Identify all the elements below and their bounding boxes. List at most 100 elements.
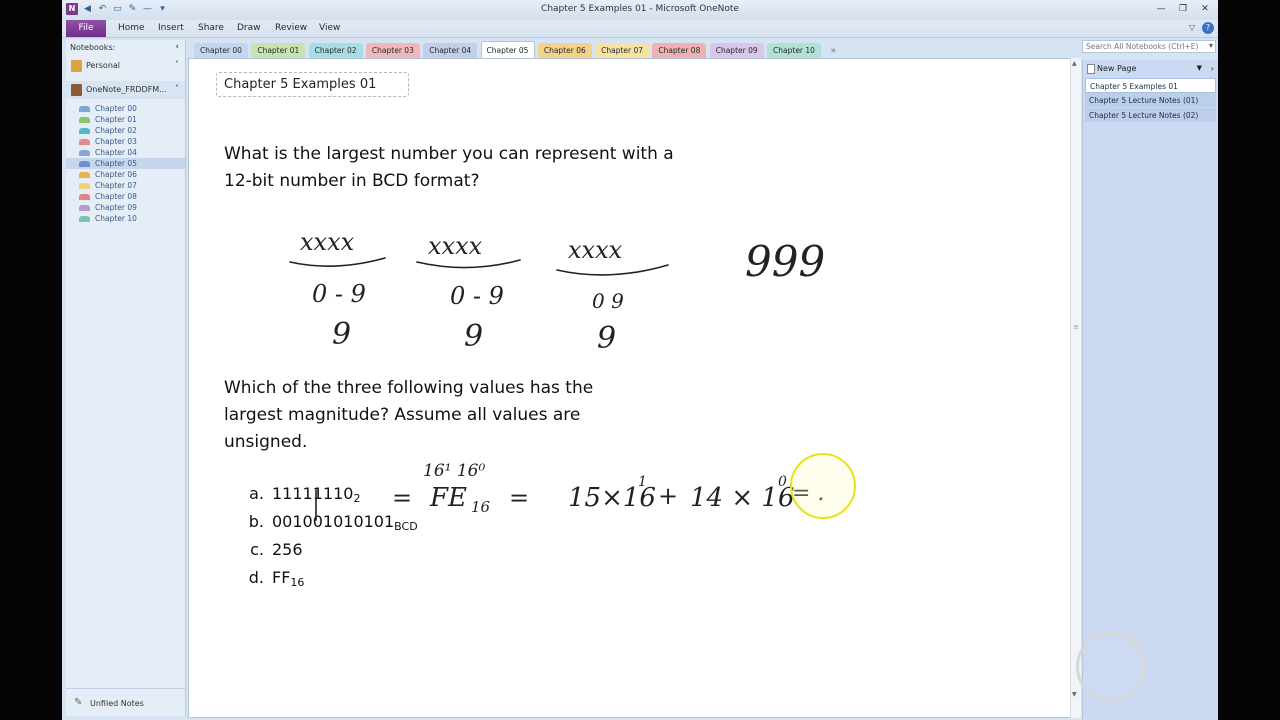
page-title[interactable]: Chapter 5 Examples 01 — [216, 72, 409, 97]
search-dropdown-icon[interactable]: ▾ — [1209, 41, 1213, 51]
page-item[interactable]: Chapter 5 Examples 01 — [1085, 78, 1216, 93]
sidebar-item-chapter-04[interactable]: Chapter 04 — [66, 147, 185, 158]
section-tab-icon — [79, 216, 90, 222]
tab-chapter-03[interactable]: Chapter 03 — [365, 43, 420, 58]
tab-chapter-04[interactable]: Chapter 04 — [423, 43, 478, 58]
tab-chapter-01[interactable]: Chapter 01 — [251, 43, 306, 58]
section-tab-icon — [79, 150, 90, 156]
section-label: Chapter 04 — [95, 148, 137, 157]
search-input[interactable]: Search All Notebooks (Ctrl+E) ▾ — [1082, 40, 1216, 53]
notebook-icon — [71, 84, 82, 96]
answer-value: 256 — [272, 540, 303, 559]
notebook-personal[interactable]: Personal ˄ — [66, 57, 185, 75]
section-label: Chapter 10 — [95, 214, 137, 223]
answer-letter: a. — [249, 484, 264, 503]
section-tab-icon — [79, 205, 90, 211]
sidebar-item-chapter-09[interactable]: Chapter 09 — [66, 202, 185, 213]
sidebar-item-chapter-00[interactable]: Chapter 00 — [66, 103, 185, 114]
tab-chapter-02[interactable]: Chapter 02 — [308, 43, 363, 58]
notebook-onenote[interactable]: OneNote_FRDDFM... ˄ — [66, 81, 185, 99]
page-item[interactable]: Chapter 5 Lecture Notes (02) — [1085, 108, 1216, 123]
question-1[interactable]: What is the largest number you can repre… — [224, 141, 674, 195]
section-tabs: Chapter 00 Chapter 01 Chapter 02 Chapter 03… — [190, 40, 1080, 58]
tab-chapter-07[interactable]: Chapter 07 — [595, 43, 650, 58]
section-tab-icon — [79, 117, 90, 123]
chevron-up-icon[interactable]: ˄ — [175, 60, 179, 69]
tab-chapter-10[interactable]: Chapter 10 — [767, 43, 821, 58]
section-label: Chapter 02 — [95, 126, 137, 135]
question-1-line-1: What is the largest number you can repre… — [224, 144, 674, 164]
tab-chapter-05[interactable]: Chapter 05 — [480, 41, 535, 58]
answer-subscript: 2 — [353, 492, 361, 505]
minimize-icon[interactable]: — — [1152, 2, 1170, 16]
tab-review[interactable]: Review — [275, 23, 307, 33]
section-label: Chapter 07 — [95, 181, 137, 190]
section-tab-icon — [79, 172, 90, 178]
answer-value: FF — [272, 568, 291, 587]
tab-draw[interactable]: Draw — [237, 23, 261, 33]
sidebar-item-chapter-02[interactable]: Chapter 02 — [66, 125, 185, 136]
section-tab-icon — [79, 128, 90, 134]
left-black-border — [0, 0, 62, 720]
scroll-down-icon[interactable]: ▼ — [1072, 691, 1077, 698]
tab-home[interactable]: Home — [118, 23, 145, 33]
tab-insert[interactable]: Insert — [158, 23, 184, 33]
tab-chapter-06[interactable]: Chapter 06 — [537, 43, 592, 58]
help-icon[interactable]: ? — [1202, 22, 1214, 34]
close-icon[interactable]: ✕ — [1196, 2, 1214, 16]
section-tab-icon — [79, 106, 90, 112]
scroll-grip-icon[interactable]: ≡ — [1073, 323, 1079, 331]
answer-letter: c. — [250, 540, 264, 559]
sidebar-item-chapter-08[interactable]: Chapter 08 — [66, 191, 185, 202]
unfiled-notes-icon: ✎ — [74, 697, 83, 708]
section-tab-icon — [79, 194, 90, 200]
new-page-icon — [1087, 64, 1095, 74]
question-2-line-1: Which of the three following values has … — [224, 378, 594, 398]
answer-value: 11111110 — [272, 484, 354, 503]
page-list: New Page ▼ › Chapter 5 Examples 01 Chapt… — [1082, 60, 1218, 720]
add-section-icon[interactable]: ✳ — [826, 43, 840, 58]
notebook-icon — [71, 60, 82, 72]
unfiled-notes[interactable]: ✎ Unfiled Notes — [66, 688, 185, 716]
ribbon-help-area: ▽ ? — [1186, 22, 1214, 34]
new-page-label: New Page — [1097, 64, 1137, 73]
notebooks-label: Notebooks: — [70, 43, 116, 52]
unfiled-notes-label: Unfiled Notes — [90, 699, 144, 708]
sidebar-item-chapter-01[interactable]: Chapter 01 — [66, 114, 185, 125]
file-tab[interactable]: File — [66, 20, 106, 37]
question-2[interactable]: Which of the three following values has … — [224, 375, 593, 456]
tab-chapter-09[interactable]: Chapter 09 — [709, 43, 764, 58]
tab-share[interactable]: Share — [198, 23, 224, 33]
sidebar-item-chapter-10[interactable]: Chapter 10 — [66, 213, 185, 224]
ribbon-expand-icon[interactable]: ▽ — [1186, 22, 1198, 34]
section-label: Chapter 05 — [95, 159, 137, 168]
scroll-up-icon[interactable]: ▲ — [1072, 60, 1077, 67]
new-page-button[interactable]: New Page ▼ › — [1083, 60, 1218, 78]
sidebar-item-chapter-05[interactable]: Chapter 05 — [66, 158, 185, 169]
page-item[interactable]: Chapter 5 Lecture Notes (01) — [1085, 93, 1216, 108]
notebook-label: Personal — [86, 61, 121, 70]
section-tab-icon — [79, 139, 90, 145]
answer-letter: b. — [248, 512, 264, 531]
tab-view[interactable]: View — [319, 23, 340, 33]
right-black-border — [1218, 0, 1280, 720]
section-tab-icon — [79, 183, 90, 189]
restore-icon[interactable]: ❐ — [1174, 2, 1192, 16]
tab-chapter-08[interactable]: Chapter 08 — [652, 43, 707, 58]
sidebar-item-chapter-07[interactable]: Chapter 07 — [66, 180, 185, 191]
onenote-window: N ◀ ↶ ▭ ✎ — ▾ Chapter 5 Examples 01 - Mi… — [62, 0, 1218, 720]
collapse-page-list-icon[interactable]: › — [1211, 64, 1214, 73]
tab-chapter-00[interactable]: Chapter 00 — [194, 43, 248, 58]
sidebar-item-chapter-06[interactable]: Chapter 06 — [66, 169, 185, 180]
section-label: Chapter 03 — [95, 137, 137, 146]
collapse-nav-icon[interactable]: ‹ — [175, 42, 179, 52]
title-bar: N ◀ ↶ ▭ ✎ — ▾ Chapter 5 Examples 01 - Mi… — [62, 0, 1218, 20]
chevron-up-icon[interactable]: ˄ — [175, 84, 179, 93]
vertical-scrollbar[interactable]: ▲ ≡ ▼ — [1070, 58, 1081, 718]
notebook-label: OneNote_FRDDFM... — [86, 85, 167, 94]
cursor-ring — [1076, 632, 1146, 702]
sidebar-item-chapter-03[interactable]: Chapter 03 — [66, 136, 185, 147]
new-page-dropdown-icon[interactable]: ▼ — [1197, 64, 1202, 72]
notebooks-header: Notebooks: ‹ — [66, 40, 185, 55]
section-list: Chapter 00 Chapter 01 Chapter 02 Chapter 03… — [66, 103, 185, 224]
